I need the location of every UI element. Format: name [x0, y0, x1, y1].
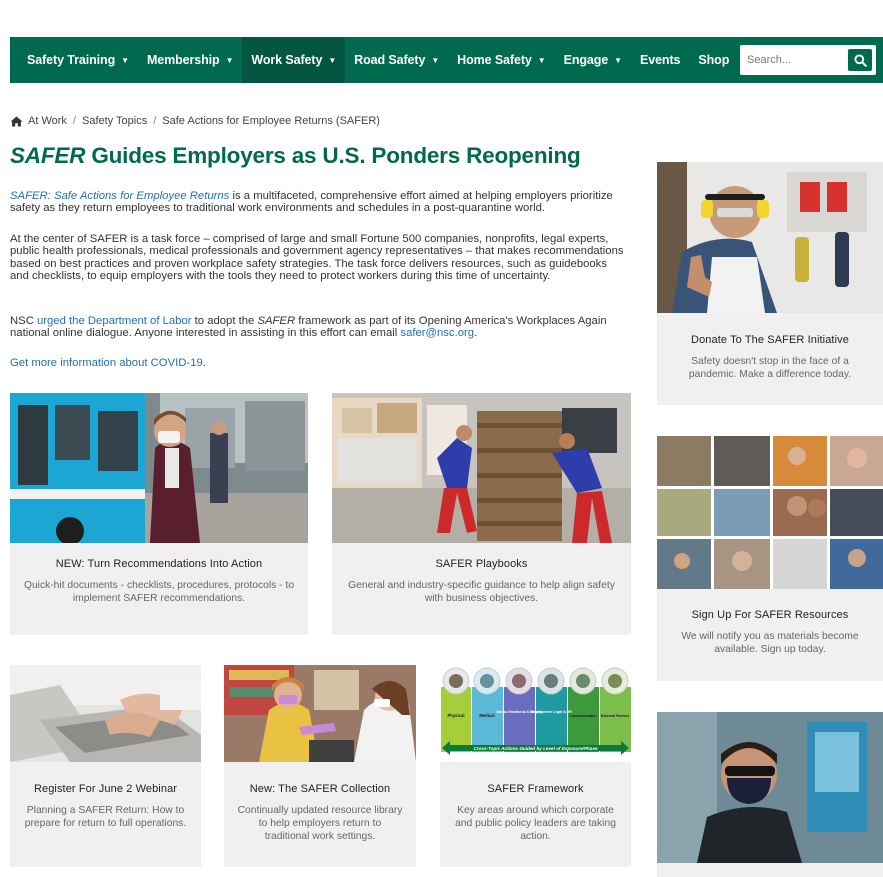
- card-image-bus-commuter: [10, 393, 308, 543]
- card-image-framework-diagram: Physical Medical Stress Emotional & Ment…: [440, 665, 631, 762]
- framework-col-label: Medical: [479, 713, 494, 718]
- card-description: Planning a SAFER Return: How to prepare …: [24, 805, 187, 829]
- search-input[interactable]: [740, 46, 844, 74]
- card-recommendations[interactable]: NEW: Turn Recommendations Into Action Qu…: [10, 393, 308, 635]
- caret-down-icon: ▼: [225, 55, 234, 65]
- department-of-labor-link[interactable]: urged the Department of Labor: [37, 315, 192, 327]
- nav-item-home-safety[interactable]: Home Safety ▼: [448, 37, 554, 83]
- nav-label: Work Safety: [251, 53, 323, 67]
- framework-col-label: Employment Legal & HR: [530, 710, 572, 714]
- main-nav: Safety Training ▼ Membership ▼ Work Safety…: [10, 37, 883, 83]
- nav-label: Shop: [698, 53, 730, 67]
- search-box: [740, 45, 876, 75]
- title-emphasis: SAFER: [10, 143, 86, 168]
- nav-item-engage[interactable]: Engage ▼: [555, 37, 631, 83]
- card-title: SAFER Playbooks: [435, 558, 528, 570]
- search-icon: [853, 53, 867, 67]
- intro-paragraph-1: SAFER: Safe Actions for Employee Returns…: [10, 190, 625, 215]
- card-description: Safety doesn't stop in the face of a pan…: [688, 356, 852, 380]
- title-rest: Guides Employers as U.S. Ponders Reopeni…: [85, 143, 581, 168]
- card-description: General and industry-specific guidance t…: [348, 580, 615, 604]
- card-image-laptop-typing: [10, 665, 201, 762]
- intro-paragraph-3: NSC urged the Department of Labor to ado…: [10, 315, 625, 340]
- card-webinar[interactable]: Register For June 2 Webinar Planning a S…: [10, 665, 201, 867]
- breadcrumb-safety-topics[interactable]: Safety Topics: [82, 115, 147, 127]
- card-title: SAFER Framework: [487, 783, 584, 795]
- nav-item-safety-training[interactable]: Safety Training ▼: [10, 37, 138, 83]
- framework-col-label: Communication: [569, 714, 596, 718]
- nav-label: Road Safety: [354, 53, 426, 67]
- card-description: Continually updated resource library to …: [237, 805, 403, 842]
- breadcrumb-separator: /: [153, 115, 157, 127]
- card-description: Quick-hit documents - checklists, proced…: [23, 580, 295, 604]
- nav-item-shop[interactable]: Shop: [689, 37, 738, 83]
- nav-label: Events: [639, 53, 681, 67]
- paragraph-text: NSC: [10, 315, 37, 327]
- framework-banner: Cross-Topic Actions Guided by Level of E…: [474, 746, 598, 751]
- card-title: Register For June 2 Webinar: [33, 783, 178, 795]
- safer-link[interactable]: SAFER: Safe Actions for Employee Returns: [10, 190, 229, 202]
- card-image-photo-collage: [657, 436, 883, 589]
- home-icon[interactable]: [10, 116, 23, 127]
- breadcrumb: At Work / Safety Topics / Safe Actions f…: [10, 115, 380, 127]
- covid-info-link[interactable]: Get more information about COVID-19: [10, 357, 203, 369]
- breadcrumb-separator: /: [72, 115, 76, 127]
- card-image-cashier-masks: [224, 665, 416, 762]
- paragraph-text: .: [202, 357, 206, 369]
- card-title: New: The SAFER Collection: [249, 783, 391, 795]
- breadcrumb-at-work[interactable]: At Work: [28, 115, 67, 127]
- caret-down-icon: ▼: [121, 55, 129, 65]
- nav-item-road-safety[interactable]: Road Safety ▼: [345, 37, 448, 83]
- sidebar-card-masked-man[interactable]: [657, 712, 883, 877]
- card-title: NEW: Turn Recommendations Into Action: [55, 558, 263, 570]
- page-title: SAFER Guides Employers as U.S. Ponders R…: [10, 143, 581, 169]
- paragraph-emphasis: SAFER: [257, 315, 296, 327]
- caret-down-icon: ▼: [328, 55, 337, 65]
- paragraph-text: to adopt the: [191, 315, 258, 327]
- sidebar-card-donate[interactable]: Donate To The SAFER Initiative Safety do…: [657, 162, 883, 405]
- caret-down-icon: ▼: [537, 55, 546, 65]
- card-image-warehouse-workers: [332, 393, 631, 543]
- framework-col-label: Physical: [448, 713, 465, 718]
- caret-down-icon: ▼: [431, 55, 440, 65]
- card-image-worker-thumbs-up: [657, 162, 883, 313]
- nav-item-membership[interactable]: Membership ▼: [138, 37, 242, 83]
- card-playbooks[interactable]: SAFER Playbooks General and industry-spe…: [332, 393, 631, 635]
- intro-paragraph-4: Get more information about COVID-19.: [10, 357, 625, 369]
- breadcrumb-current-page: Safe Actions for Employee Returns (SAFER…: [162, 115, 380, 127]
- intro-paragraph-2: At the center of SAFER is a task force –…: [10, 233, 624, 283]
- nav-item-events[interactable]: Events: [631, 37, 689, 83]
- card-description: Key areas around which corporate and pub…: [455, 805, 616, 842]
- nav-label: Engage: [563, 53, 609, 67]
- card-title: Donate To The SAFER Initiative: [691, 334, 849, 346]
- caret-down-icon: ▼: [614, 55, 622, 65]
- nav-label: Home Safety: [457, 53, 532, 67]
- nav-item-work-safety[interactable]: Work Safety ▼: [242, 37, 346, 83]
- card-title: Sign Up For SAFER Resources: [691, 609, 849, 621]
- card-description: We will notify you as materials become a…: [681, 631, 859, 655]
- email-link[interactable]: safer@nsc.org: [400, 327, 474, 339]
- card-framework[interactable]: Physical Medical Stress Emotional & Ment…: [440, 665, 631, 867]
- sidebar-card-signup[interactable]: Sign Up For SAFER Resources We will noti…: [657, 436, 883, 681]
- nav-label: Safety Training: [27, 53, 116, 67]
- card-collection[interactable]: New: The SAFER Collection Continually up…: [224, 665, 416, 867]
- framework-col-label: External Factors: [601, 714, 629, 718]
- nav-label: Membership: [146, 53, 220, 67]
- card-image-man-in-mask: [657, 712, 883, 863]
- search-button[interactable]: [848, 49, 872, 71]
- paragraph-text: .: [474, 327, 478, 340]
